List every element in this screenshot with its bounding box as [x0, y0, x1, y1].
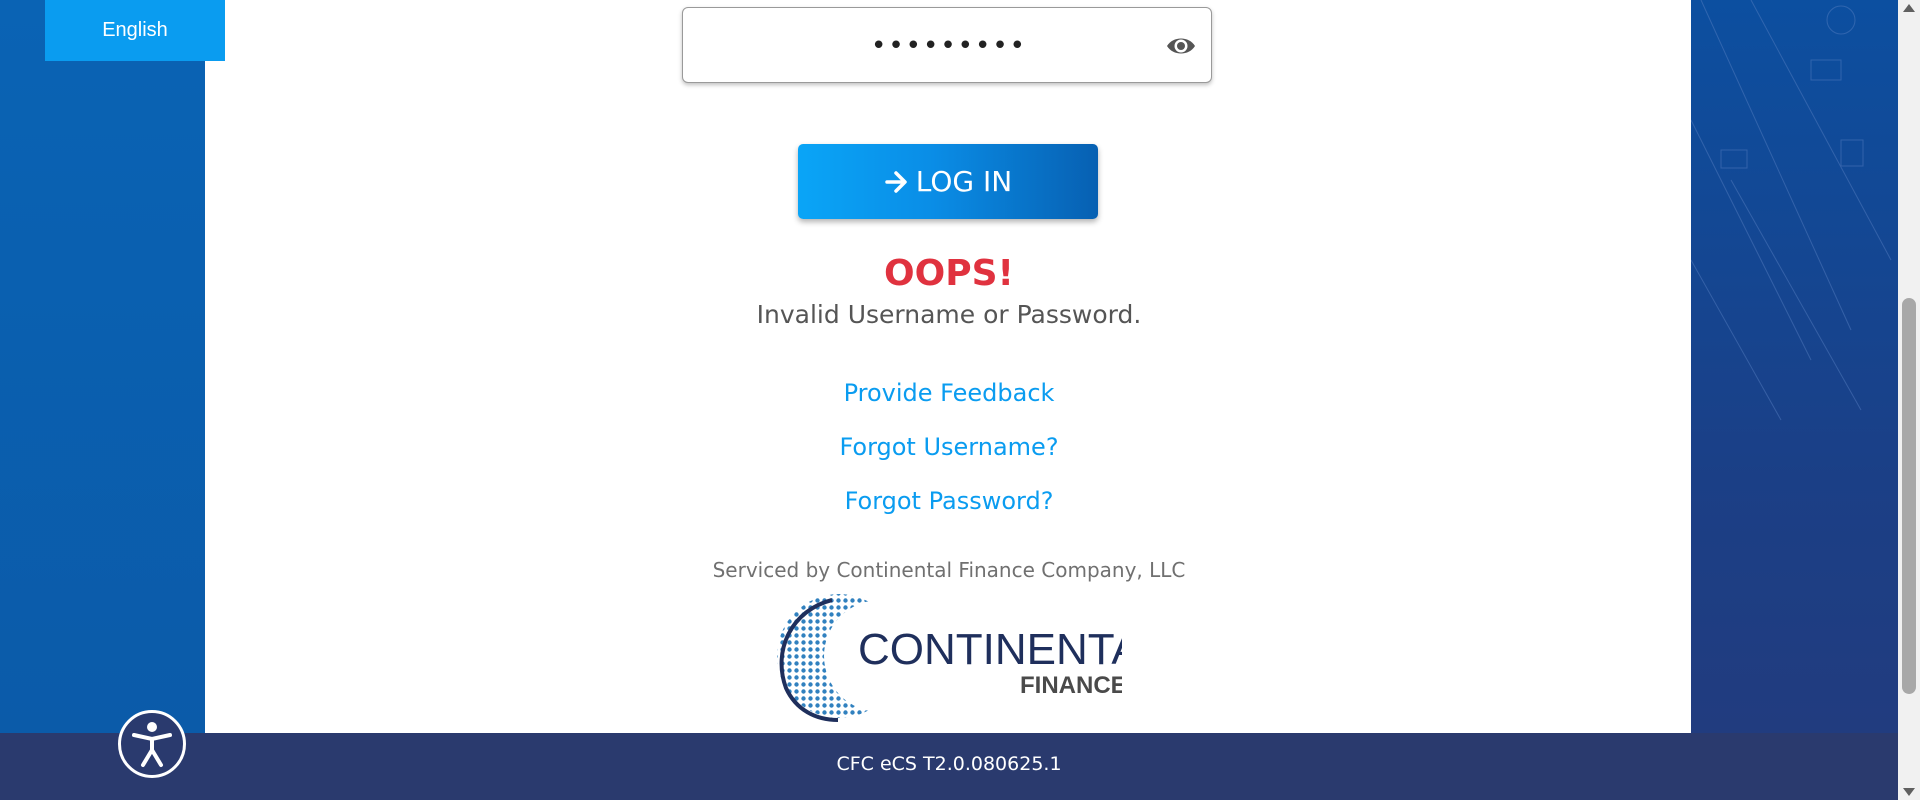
login-button[interactable]: LOG IN — [798, 144, 1098, 219]
login-button-label: LOG IN — [915, 165, 1013, 198]
forgot-password-link[interactable]: Forgot Password? — [0, 487, 1898, 515]
scrollbar-thumb[interactable] — [1902, 298, 1916, 694]
error-message: Invalid Username or Password. — [756, 300, 1142, 329]
logo-word-finance: FINANCE — [1020, 672, 1122, 699]
password-input[interactable] — [683, 8, 1215, 84]
footer: CFC eCS T2.0.080625.1 — [0, 733, 1898, 800]
footer-version: CFC eCS T2.0.080625.1 — [836, 753, 1062, 775]
serviced-by-text: Serviced by Continental Finance Company,… — [712, 558, 1186, 582]
password-field[interactable] — [682, 7, 1215, 84]
accessibility-icon — [132, 722, 172, 767]
arrow-right-icon — [885, 170, 907, 193]
forgot-username-link[interactable]: Forgot Username? — [0, 433, 1898, 461]
language-button[interactable]: English — [45, 0, 225, 61]
continental-finance-logo: CONTINENTAL FINANCE — [777, 594, 1122, 722]
provide-feedback-link[interactable]: Provide Feedback — [0, 379, 1898, 407]
accessibility-button[interactable] — [118, 710, 186, 778]
language-label: English — [102, 19, 168, 41]
vertical-scrollbar[interactable] — [1898, 0, 1920, 800]
error-title: OOPS! — [884, 253, 1014, 294]
scroll-up-icon[interactable] — [1903, 4, 1915, 12]
scroll-down-icon[interactable] — [1903, 788, 1915, 796]
eye-icon[interactable] — [1165, 34, 1197, 58]
logo-word-continental: CONTINENTAL — [858, 625, 1122, 674]
